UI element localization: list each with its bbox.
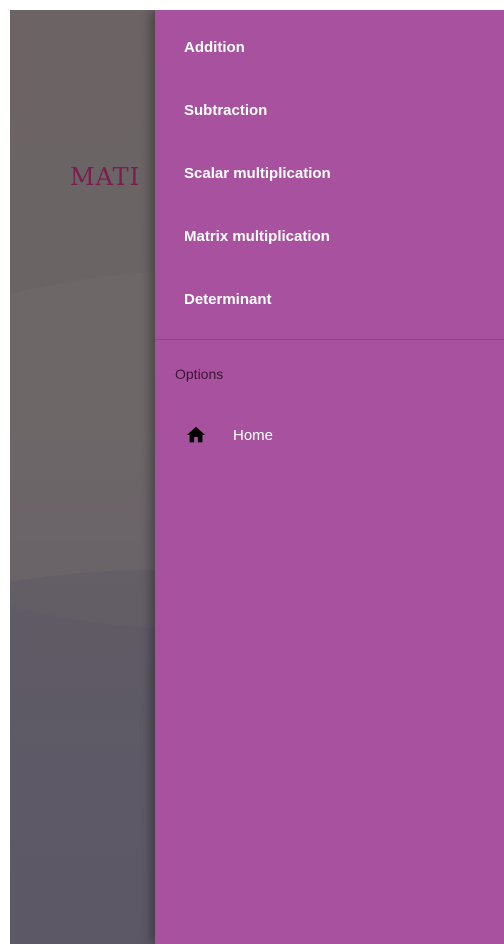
menu-item-subtraction[interactable]: Subtraction	[184, 102, 267, 119]
menu-item-addition[interactable]: Addition	[184, 39, 245, 56]
menu-item-matrix-multiplication[interactable]: Matrix multiplication	[184, 228, 330, 245]
drawer-divider	[155, 339, 504, 340]
menu-item-home[interactable]: Home	[185, 423, 273, 447]
app-title: MATI	[70, 163, 141, 191]
menu-item-scalar-multiplication[interactable]: Scalar multiplication	[184, 165, 331, 182]
screen: MATI Addition Subtraction Scalar multipl…	[0, 0, 504, 944]
options-section-label: Options	[175, 366, 224, 382]
navigation-drawer: Addition Subtraction Scalar multiplicati…	[155, 10, 504, 944]
home-label: Home	[233, 426, 274, 444]
menu-item-determinant[interactable]: Determinant	[184, 291, 272, 308]
home-icon	[185, 424, 207, 446]
app-background: MATI Addition Subtraction Scalar multipl…	[10, 10, 504, 944]
